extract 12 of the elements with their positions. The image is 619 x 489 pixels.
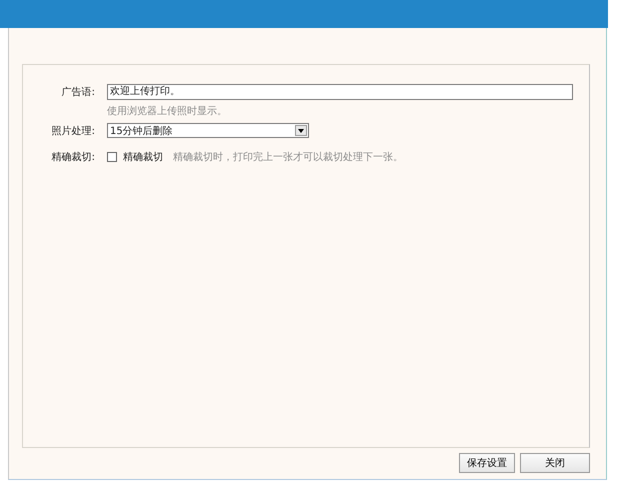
checkbox[interactable]: [107, 152, 117, 162]
dropdown-value: 15分钟后删除: [110, 124, 173, 138]
dropdown[interactable]: 15分钟后删除: [107, 123, 309, 138]
close-button[interactable]: 关闭: [520, 453, 590, 473]
field-label: 照片处理:: [50, 124, 96, 138]
hint-text: 使用浏览器上传照时显示。: [107, 104, 228, 118]
hint-text: 精确裁切时，打印完上一张才可以裁切处理下一张。: [173, 150, 403, 164]
field-label: 广告语:: [60, 86, 96, 99]
input-field[interactable]: 欢迎上传打印。: [107, 84, 573, 100]
field-label: 精确裁切:: [50, 150, 96, 164]
checkbox-label[interactable]: 精确裁切: [123, 150, 163, 164]
save-button[interactable]: 保存设置: [459, 453, 515, 473]
